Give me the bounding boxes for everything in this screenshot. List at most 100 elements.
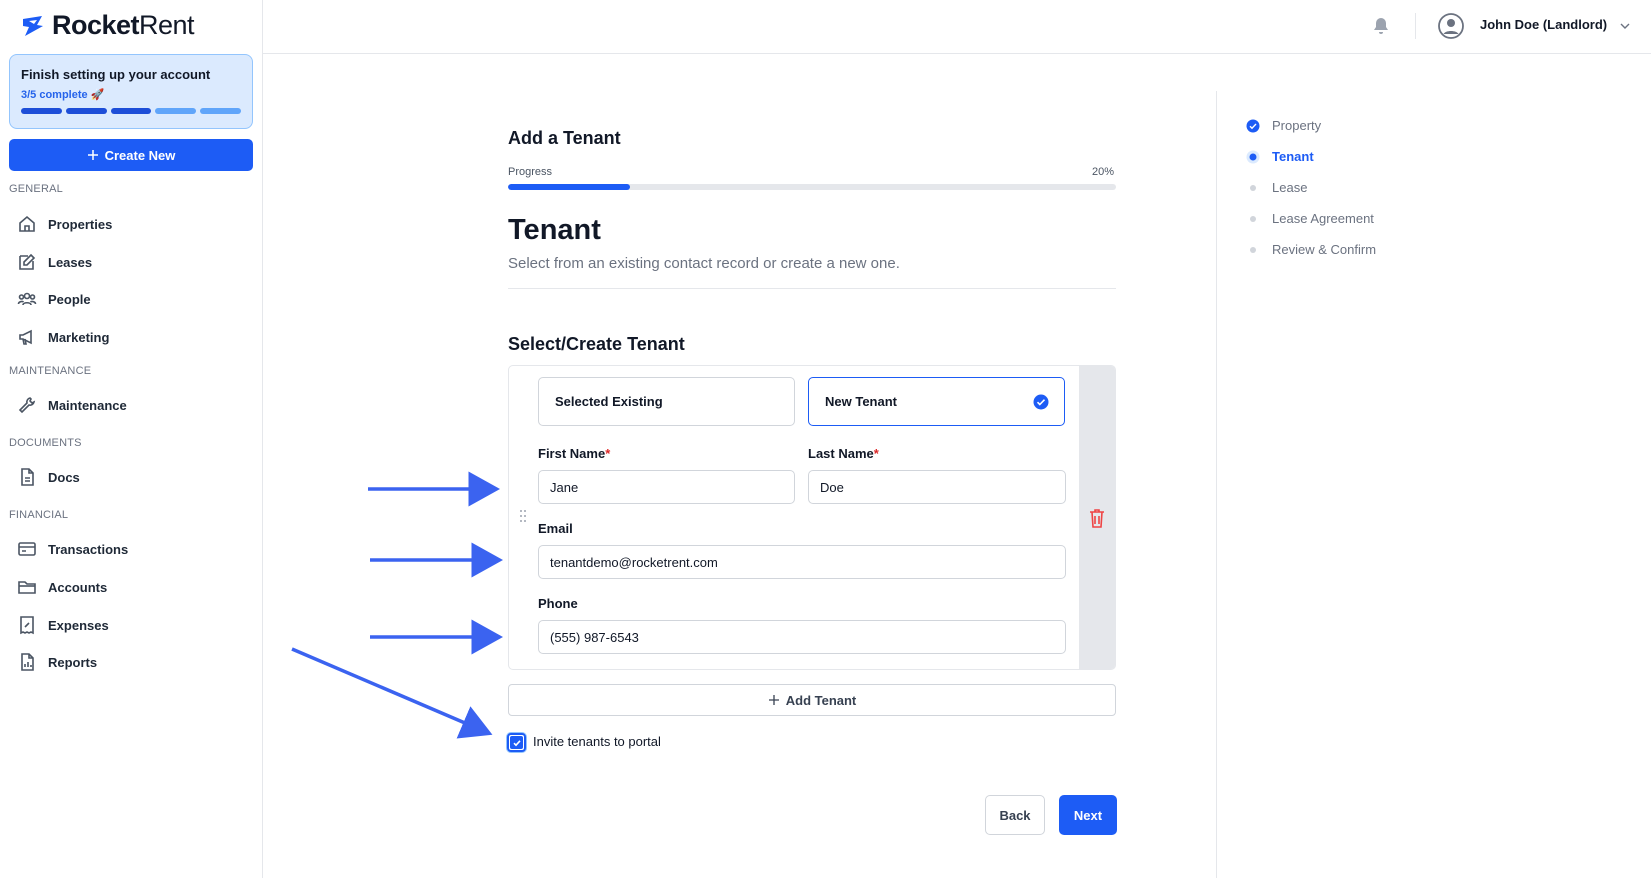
- nav-item-people[interactable]: People: [17, 285, 253, 313]
- header-divider: [1415, 13, 1416, 39]
- nav-item-marketing[interactable]: Marketing: [17, 323, 253, 351]
- setup-progress-segment: [65, 108, 107, 114]
- sidebar: RocketRent Finish setting up your accoun…: [0, 0, 263, 878]
- step-label: Property: [1272, 118, 1322, 133]
- people-icon: [17, 292, 37, 306]
- step-lease-agreement[interactable]: Lease Agreement: [1246, 211, 1374, 226]
- edit-icon: [19, 253, 36, 270]
- top-header: John Doe (Landlord): [263, 0, 1651, 54]
- email-input[interactable]: [538, 545, 1066, 579]
- step-property[interactable]: Property: [1246, 118, 1321, 133]
- setup-progress-bars: [21, 108, 241, 114]
- first-name-input[interactable]: [538, 470, 795, 504]
- bell-icon[interactable]: [1371, 16, 1391, 36]
- phone-label: Phone: [538, 596, 578, 611]
- progress-bar-fill: [508, 184, 630, 190]
- first-name-label: First Name*: [538, 446, 611, 461]
- nav-label: Expenses: [48, 617, 109, 633]
- setup-progress-segment: [110, 108, 152, 114]
- user-avatar-icon[interactable]: [1438, 13, 1464, 39]
- option-label: New Tenant: [825, 394, 897, 409]
- progress-percent: 20%: [1092, 166, 1115, 178]
- step-label: Lease: [1272, 180, 1308, 195]
- nav-item-reports[interactable]: Reports: [17, 648, 253, 676]
- step-label: Lease Agreement: [1272, 211, 1374, 226]
- chevron-down-icon[interactable]: [1618, 19, 1632, 33]
- setup-progress-text: 3/5 complete 🚀: [21, 89, 105, 101]
- section-description: Select from an existing contact record o…: [508, 255, 900, 272]
- megaphone-icon: [19, 329, 32, 345]
- select-create-heading: Select/Create Tenant: [508, 334, 685, 354]
- nav-item-maintenance[interactable]: Maintenance: [17, 391, 253, 419]
- create-new-label: Create New: [104, 147, 176, 163]
- brand-logo[interactable]: RocketRent: [20, 10, 195, 41]
- section-label-maintenance: MAINTENANCE: [9, 365, 92, 377]
- step-done-icon: [1246, 119, 1260, 133]
- option-selected-existing[interactable]: Selected Existing: [538, 377, 795, 426]
- add-tenant-label: Add Tenant: [785, 692, 857, 708]
- phone-input[interactable]: [538, 620, 1066, 654]
- nav-label: Transactions: [48, 541, 129, 557]
- step-pending-icon: [1246, 212, 1260, 226]
- nav-item-transactions[interactable]: Transactions: [17, 535, 253, 563]
- receipt-icon: [20, 616, 34, 635]
- back-button[interactable]: Back: [985, 795, 1045, 835]
- progress-bar: [508, 184, 1116, 190]
- step-review-confirm[interactable]: Review & Confirm: [1246, 242, 1376, 257]
- section-label-financial: FINANCIAL: [9, 509, 69, 521]
- home-icon: [19, 215, 35, 232]
- step-label: Tenant: [1272, 149, 1314, 164]
- section-heading: Tenant: [508, 214, 601, 246]
- nav-item-expenses[interactable]: Expenses: [17, 611, 253, 639]
- brand-name: RocketRent: [52, 10, 195, 40]
- plus-icon: [768, 695, 779, 705]
- invite-checkbox[interactable]: [507, 733, 526, 752]
- check-icon: [512, 739, 521, 746]
- nav-label: Docs: [48, 469, 80, 485]
- document-icon: [21, 468, 34, 486]
- user-name[interactable]: John Doe (Landlord): [1480, 17, 1607, 32]
- nav-label: Leases: [48, 254, 93, 270]
- check-circle-icon: [1033, 394, 1049, 410]
- checkbox-checked: [510, 736, 523, 749]
- tenant-card: Selected Existing New Tenant First Name*…: [508, 365, 1116, 670]
- option-label: Selected Existing: [555, 394, 663, 409]
- invite-label[interactable]: Invite tenants to portal: [533, 734, 661, 749]
- nav-label: Marketing: [48, 329, 110, 345]
- trash-icon[interactable]: [1087, 507, 1107, 529]
- step-lease[interactable]: Lease: [1246, 180, 1307, 195]
- rocket-logo-icon: [23, 15, 43, 36]
- section-label-general: GENERAL: [9, 183, 63, 195]
- nav-label: Maintenance: [48, 397, 127, 413]
- page-title: Add a Tenant: [508, 128, 621, 148]
- nav-label: Accounts: [48, 579, 108, 595]
- option-new-tenant[interactable]: New Tenant: [808, 377, 1065, 426]
- last-name-input[interactable]: [808, 470, 1066, 504]
- section-label-documents: DOCUMENTS: [9, 437, 82, 449]
- nav-item-leases[interactable]: Leases: [17, 248, 253, 276]
- nav-item-docs[interactable]: Docs: [17, 463, 253, 491]
- credit-card-icon: [18, 542, 36, 556]
- setup-progress-segment: [21, 108, 62, 114]
- drag-handle-icon[interactable]: [519, 509, 527, 523]
- stepper-divider: [1216, 91, 1217, 878]
- setup-progress-card[interactable]: Finish setting up your account 3/5 compl…: [9, 54, 253, 129]
- add-tenant-button[interactable]: Add Tenant: [508, 684, 1116, 716]
- nav-label: Reports: [48, 654, 98, 670]
- step-pending-icon: [1246, 243, 1260, 257]
- last-name-label: Last Name*: [808, 446, 879, 461]
- progress-label: Progress: [508, 166, 553, 178]
- app-root: RocketRent Finish setting up your accoun…: [0, 0, 1651, 878]
- email-label: Email: [538, 521, 573, 536]
- nav-item-accounts[interactable]: Accounts: [17, 573, 253, 601]
- nav-label: Properties: [48, 216, 113, 232]
- step-pending-icon: [1246, 181, 1260, 195]
- step-tenant[interactable]: Tenant: [1246, 149, 1314, 164]
- create-new-button[interactable]: Create New: [9, 139, 253, 171]
- wrench-icon: [18, 397, 36, 414]
- setup-title: Finish setting up your account: [21, 67, 211, 82]
- nav-label: People: [48, 291, 91, 307]
- arrow-to-invite-checkbox: [291, 647, 493, 739]
- next-button[interactable]: Next: [1059, 795, 1117, 835]
- nav-item-properties[interactable]: Properties: [17, 210, 253, 238]
